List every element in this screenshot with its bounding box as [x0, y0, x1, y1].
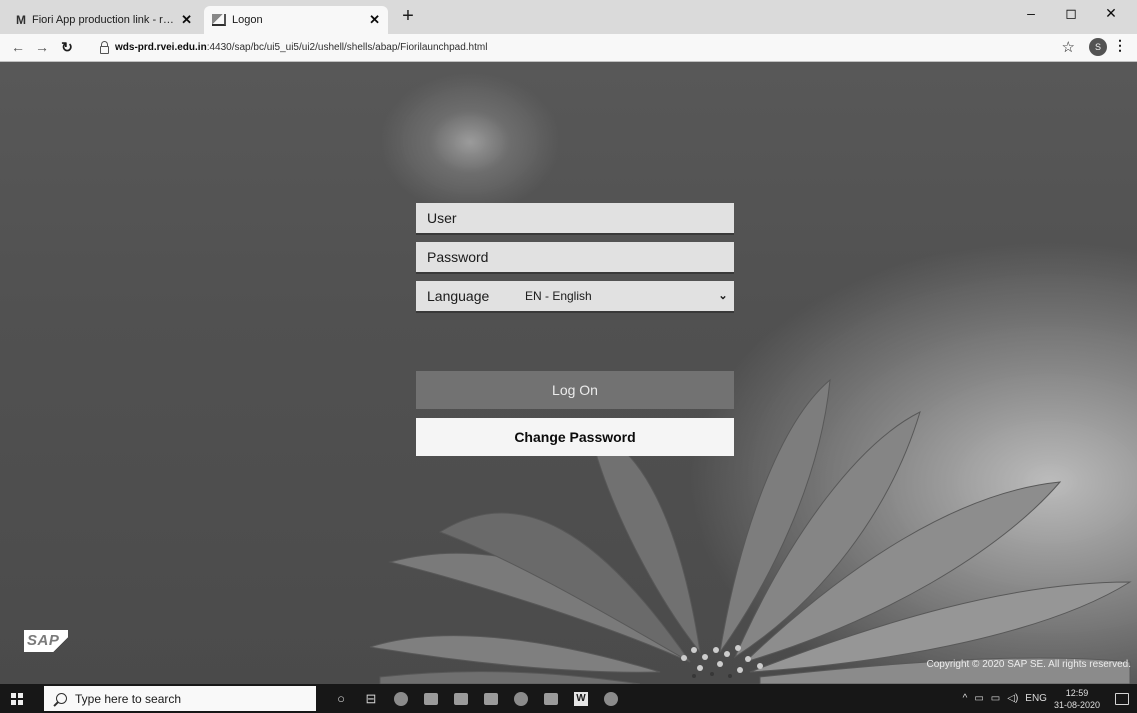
- network-icon[interactable]: ▭: [974, 693, 983, 704]
- sap-logon-page: Language EN - English ⌄ Log On Change Pa…: [0, 62, 1137, 684]
- gmail-icon: M: [16, 13, 26, 27]
- system-tray: ^ ▭ ▭ ◁) ENG 12:59 31-08-2020: [963, 684, 1129, 713]
- folder-icon[interactable]: [536, 684, 566, 713]
- cortana-icon[interactable]: ○: [326, 684, 356, 713]
- password-input[interactable]: [427, 249, 717, 265]
- window-controls: – ◻ ✕: [1011, 2, 1131, 26]
- user-field[interactable]: [416, 203, 734, 235]
- url-field[interactable]: wds-prd.rvei.edu.in:4430/sap/bc/ui5_ui5/…: [100, 39, 487, 57]
- notification-icon[interactable]: [1115, 692, 1129, 705]
- taskbar-apps: ○ ⊟ W: [326, 684, 626, 713]
- taskbar-search-box[interactable]: Type here to search: [44, 686, 316, 711]
- mail-icon[interactable]: [476, 684, 506, 713]
- change-password-button[interactable]: Change Password: [416, 418, 734, 456]
- tab-label: Fiori App production link - rang: [32, 14, 176, 26]
- log-on-button[interactable]: Log On: [416, 371, 734, 409]
- search-placeholder: Type here to search: [75, 691, 182, 706]
- app-icon[interactable]: [596, 684, 626, 713]
- search-icon: [56, 693, 67, 704]
- chevron-up-icon[interactable]: ^: [963, 693, 968, 704]
- input-language[interactable]: ENG: [1025, 693, 1047, 704]
- tab-fiori-app-link[interactable]: M Fiori App production link - rang ✕: [8, 6, 200, 34]
- close-window-button[interactable]: ✕: [1091, 2, 1131, 26]
- language-value: EN - English: [525, 289, 592, 303]
- edge-icon[interactable]: [386, 684, 416, 713]
- maximize-button[interactable]: ◻: [1051, 2, 1091, 26]
- url-domain: rvei.edu.in: [156, 42, 207, 53]
- forward-arrow-icon[interactable]: →: [32, 37, 52, 57]
- browser-menu-icon[interactable]: ⋮: [1113, 37, 1127, 54]
- new-tab-button[interactable]: +: [397, 6, 419, 28]
- back-arrow-icon[interactable]: ←: [8, 37, 28, 57]
- word-icon[interactable]: W: [566, 684, 596, 713]
- bookmark-star-icon[interactable]: ☆: [1062, 38, 1075, 56]
- address-bar: ← → ↻ wds-prd.rvei.edu.in:4430/sap/bc/ui…: [0, 34, 1137, 62]
- profile-avatar[interactable]: S: [1089, 38, 1107, 56]
- store-icon[interactable]: [446, 684, 476, 713]
- sap-favicon-icon: [212, 14, 226, 26]
- reload-icon[interactable]: ↻: [57, 37, 77, 57]
- screen: M Fiori App production link - rang ✕ Log…: [0, 0, 1137, 713]
- lock-icon: [100, 41, 109, 54]
- url-prefix: wds-prd.: [115, 42, 157, 53]
- tab-logon[interactable]: Logon ✕: [204, 6, 388, 34]
- user-input[interactable]: [427, 210, 717, 226]
- minimize-button[interactable]: –: [1011, 2, 1051, 26]
- url-path: :4430/sap/bc/ui5_ui5/ui2/ushell/shells/a…: [206, 42, 488, 53]
- display-icon[interactable]: ▭: [991, 693, 1000, 704]
- volume-icon[interactable]: ◁): [1007, 693, 1018, 704]
- language-select[interactable]: Language EN - English ⌄: [416, 281, 734, 313]
- windows-start-icon[interactable]: [11, 693, 23, 705]
- chevron-down-icon[interactable]: ⌄: [712, 281, 734, 311]
- file-explorer-icon[interactable]: [416, 684, 446, 713]
- copyright-text: Copyright © 2020 SAP SE. All rights rese…: [926, 659, 1131, 670]
- chrome-icon[interactable]: [506, 684, 536, 713]
- windows-taskbar: Type here to search ○ ⊟ W ^ ▭ ▭ ◁) ENG 1…: [0, 684, 1137, 713]
- close-icon[interactable]: ✕: [181, 12, 192, 28]
- clock-date: 31-08-2020: [1053, 699, 1100, 710]
- tab-label: Logon: [232, 14, 263, 26]
- clock-time: 12:59: [1065, 687, 1089, 698]
- system-clock[interactable]: 12:59 31-08-2020: [1054, 687, 1100, 711]
- close-icon[interactable]: ✕: [369, 12, 380, 28]
- sap-logo-text: SAP: [27, 632, 60, 649]
- browser-tab-bar: M Fiori App production link - rang ✕ Log…: [0, 0, 1137, 34]
- password-field[interactable]: [416, 242, 734, 274]
- language-label: Language: [427, 288, 490, 304]
- sap-logo: SAP: [24, 630, 68, 652]
- task-view-icon[interactable]: ⊟: [356, 684, 386, 713]
